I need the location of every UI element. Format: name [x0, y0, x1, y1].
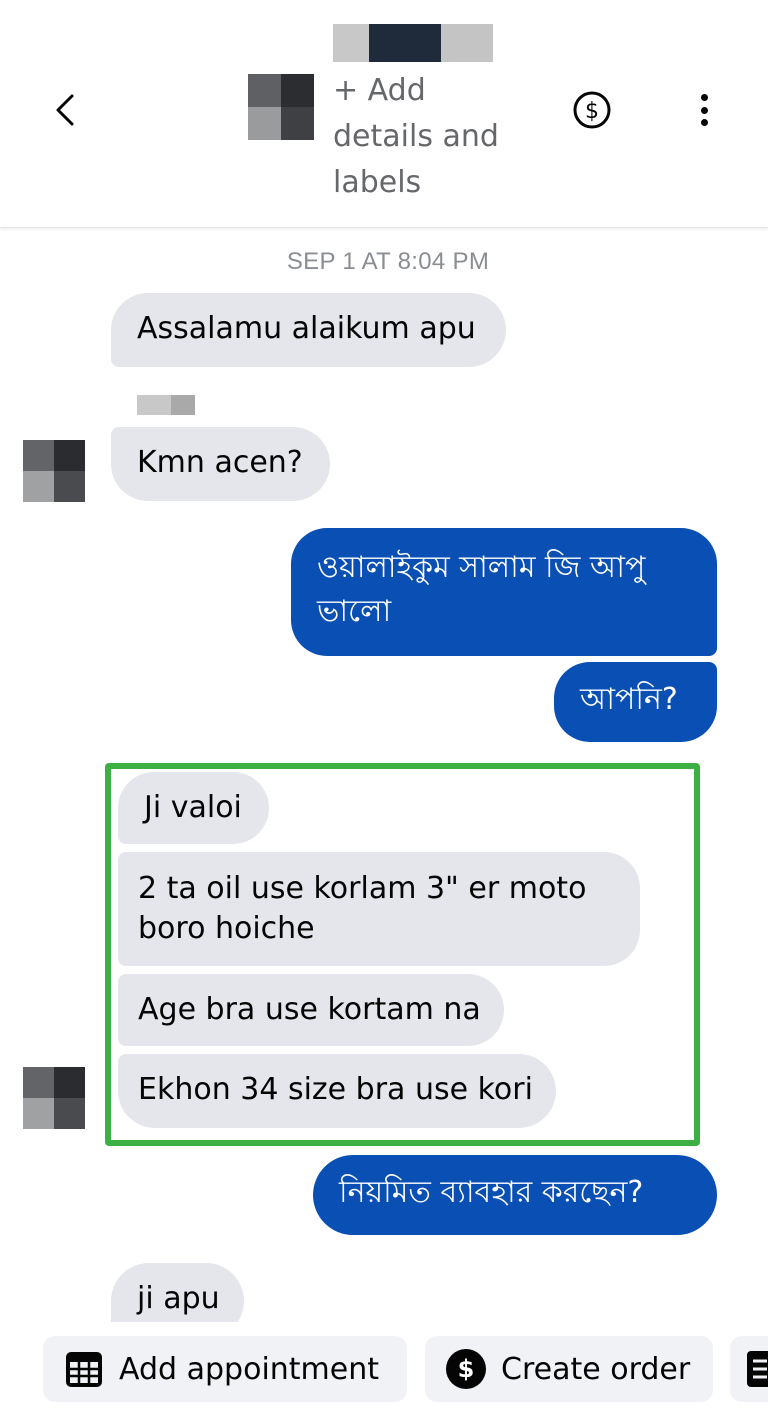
sender-avatar[interactable]: [23, 440, 85, 502]
calendar-icon: [63, 1348, 105, 1390]
back-button[interactable]: [40, 82, 88, 138]
outgoing-message[interactable]: ওয়ালাইকুম সালাম জি আপু ভালো: [291, 528, 717, 656]
sender-name-redacted: [137, 395, 195, 415]
vertical-dots-icon-dot: [700, 119, 708, 126]
incoming-message[interactable]: Assalamu alaikum apu: [111, 293, 506, 367]
create-order-label: Create order: [501, 1351, 691, 1387]
svg-text:$: $: [458, 1355, 475, 1383]
incoming-message[interactable]: Age bra use kortam na: [118, 974, 504, 1046]
outgoing-message[interactable]: আপনি?: [554, 662, 717, 742]
message-timestamp: SEP 1 AT 8:04 PM: [286, 248, 490, 275]
dollar-circle-icon: $: [573, 91, 611, 129]
vertical-dots-icon: [700, 94, 708, 101]
chevron-left-icon: [56, 94, 74, 126]
document-icon: [742, 1348, 768, 1390]
svg-text:$: $: [585, 99, 599, 124]
incoming-message[interactable]: Kmn acen?: [111, 427, 330, 501]
outgoing-message[interactable]: নিয়মিত ব্যাবহার করছেন?: [313, 1155, 717, 1235]
more-options-button[interactable]: [688, 88, 720, 132]
contact-avatar[interactable]: [248, 74, 314, 140]
incoming-message[interactable]: Ekhon 34 size bra use kori: [118, 1054, 556, 1128]
create-order-button[interactable]: $ Create order: [425, 1336, 713, 1402]
incoming-message[interactable]: Ji valoi: [118, 772, 269, 844]
add-appointment-button[interactable]: Add appointment: [43, 1336, 407, 1402]
payment-button[interactable]: $: [572, 90, 612, 130]
sender-avatar[interactable]: [23, 1067, 85, 1129]
add-appointment-label: Add appointment: [119, 1351, 380, 1387]
dollar-circle-icon: $: [445, 1348, 487, 1390]
vertical-dots-icon-dot: [700, 106, 708, 114]
conversation-header: + Add details and labels $: [0, 0, 768, 228]
incoming-message[interactable]: 2 ta oil use korlam 3" er moto boro hoic…: [118, 852, 640, 966]
more-actions-button[interactable]: [730, 1336, 768, 1402]
contact-name-redacted: [333, 24, 493, 62]
add-details-link[interactable]: + Add details and labels: [333, 68, 523, 206]
quick-actions-bar: Add appointment $ Create order: [0, 1322, 768, 1412]
